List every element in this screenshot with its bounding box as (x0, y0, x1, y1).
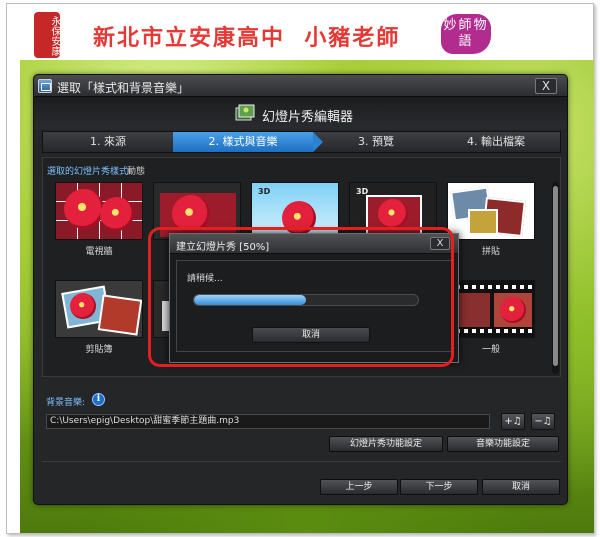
next-button[interactable]: 下一步 (400, 479, 478, 495)
music-settings-button[interactable]: 音樂功能設定 (447, 436, 559, 452)
progress-title-bar: 建立幻燈片秀 [50%] X (170, 234, 458, 254)
style-label-tvwall: 電視牆 (85, 247, 113, 257)
style-thumb-collage[interactable] (447, 182, 535, 240)
style-thumb-general[interactable] (447, 280, 535, 338)
progress-dialog: 建立幻燈片秀 [50%] X 請稍候... 取消 (169, 233, 459, 363)
slideshow-dialog: 選取「樣式和背景音樂」 X 幻燈片秀編輯器 1. 來源 2. 樣式與音樂 3. … (33, 74, 568, 505)
style-label-scrapbook: 剪貼簿 (85, 345, 113, 355)
music-path-field[interactable]: C:\Users\epig\Desktop\甜蜜季節主題曲.mp3 (46, 414, 490, 429)
info-icon[interactable]: i (92, 393, 105, 406)
progress-bar (193, 294, 419, 306)
close-button[interactable]: X (535, 78, 557, 94)
scrollbar-thumb[interactable] (553, 186, 558, 366)
progress-cancel-button[interactable]: 取消 (252, 327, 370, 343)
step-preview[interactable]: 3. 預覽 (321, 132, 431, 152)
style-label: 選取的幻燈片秀樣式: (47, 167, 132, 177)
banner: 永保安康 新北市立安康高中 小豬老師 妙師物語 (7, 4, 593, 58)
slideshow-logo-icon (235, 104, 255, 121)
progress-message: 請稍候... (187, 274, 223, 284)
style-thumb-tvwall-alt[interactable] (153, 182, 241, 240)
prev-button[interactable]: 上一步 (320, 479, 398, 495)
progress-body: 請稍候... 取消 (176, 260, 452, 352)
style-thumb-3d-b[interactable]: 3D (349, 182, 437, 240)
style-label-collage: 拼貼 (481, 247, 500, 257)
style-scrollbar[interactable] (552, 182, 559, 374)
step-source[interactable]: 1. 來源 (43, 132, 173, 152)
footer-divider (42, 461, 561, 462)
step-output[interactable]: 4. 輸出檔案 (431, 132, 561, 152)
slideshow-settings-button[interactable]: 幻燈片秀功能設定 (329, 436, 443, 452)
seal-stamp: 永保安康 (34, 12, 60, 58)
wizard-steps: 1. 來源 2. 樣式與音樂 3. 預覽 4. 輸出檔案 (42, 131, 561, 153)
style-label-general: 一般 (481, 345, 500, 355)
music-label: 背景音樂: (46, 398, 86, 408)
progress-close-button[interactable]: X (430, 237, 450, 250)
progress-title: 建立幻燈片秀 [50%] (176, 242, 270, 253)
window-title: 選取「樣式和背景音樂」 (57, 81, 190, 95)
style-thumb-scrapbook[interactable] (55, 280, 143, 338)
selected-style: 動態 (127, 167, 146, 177)
remove-music-button[interactable]: −♫ (531, 413, 555, 430)
title-bar: 選取「樣式和背景音樂」 X (34, 75, 567, 97)
cancel-button[interactable]: 取消 (482, 479, 560, 495)
app-name: 幻燈片秀編輯器 (262, 110, 354, 125)
app-icon (38, 79, 52, 93)
style-thumb-3d-a[interactable]: 3D (251, 182, 339, 240)
style-thumb-tvwall[interactable] (55, 182, 143, 240)
step-style-music[interactable]: 2. 樣式與音樂 (173, 132, 313, 152)
progress-fill (194, 295, 306, 305)
banner-title: 新北市立安康高中 小豬老師 (93, 25, 401, 51)
add-music-button[interactable]: +♫ (501, 413, 525, 430)
badge-logo: 妙師物語 (441, 14, 491, 54)
